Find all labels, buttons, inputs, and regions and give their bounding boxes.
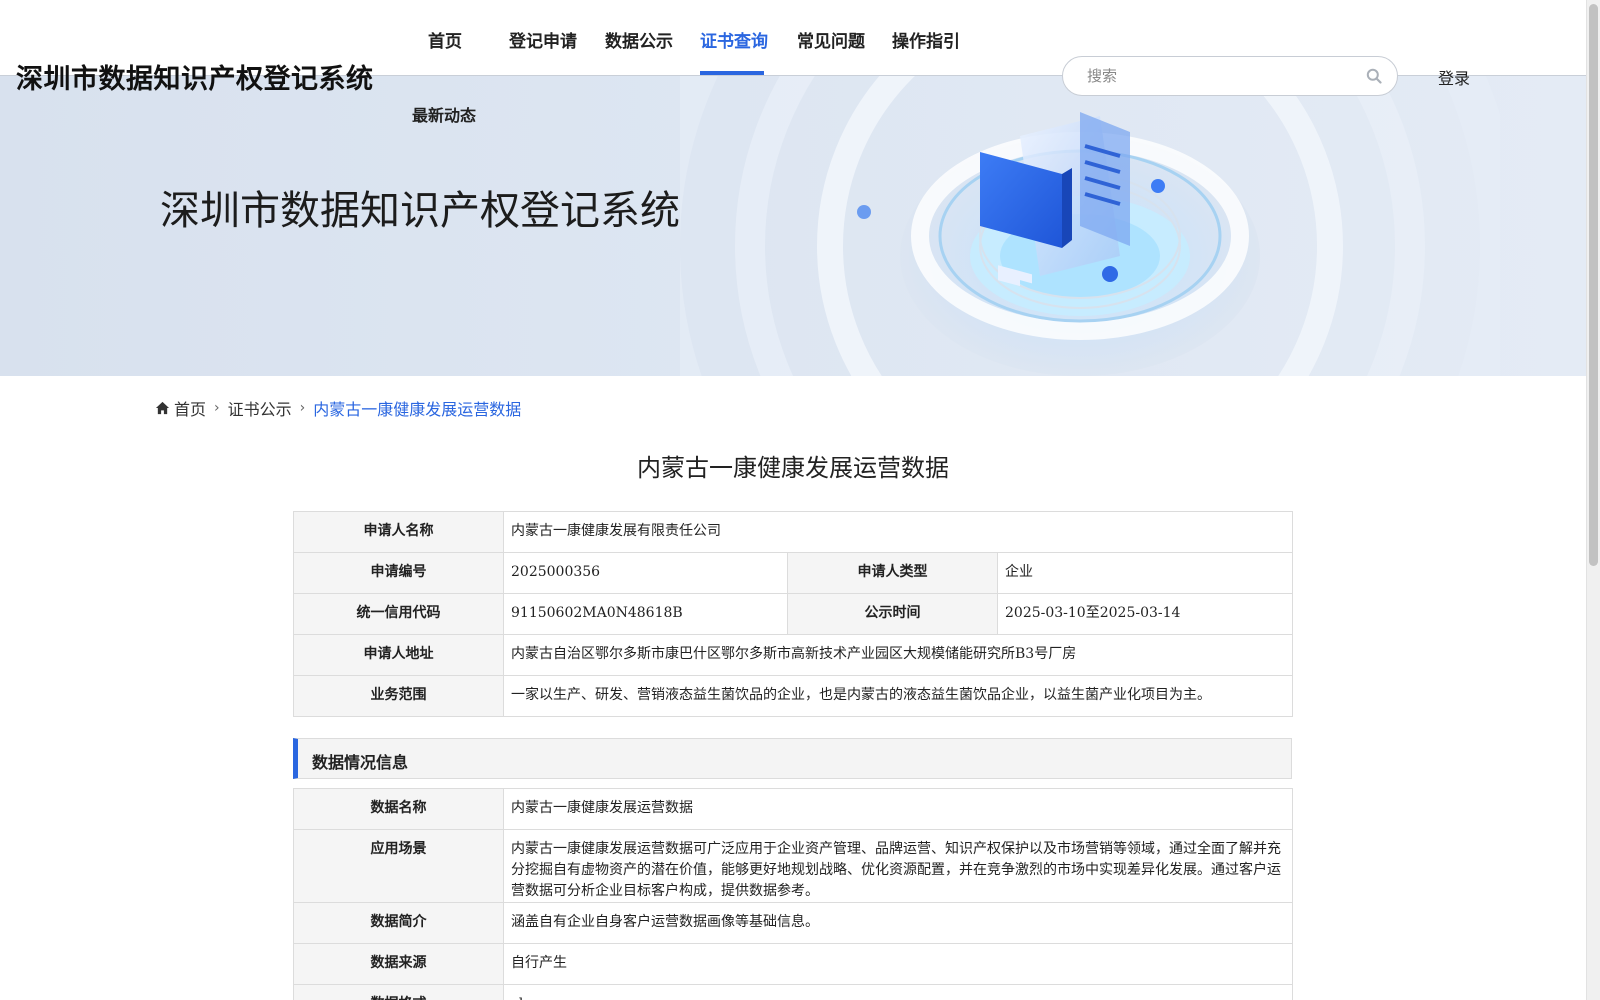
nav-home[interactable]: 首页 [428, 27, 462, 52]
credit-code-label: 统一信用代码 [293, 593, 504, 635]
publicity-time-value: 2025-03-10至2025-03-14 [997, 593, 1293, 635]
nav-certificate-query[interactable]: 证书查询 [700, 27, 768, 52]
home-icon[interactable] [155, 401, 170, 415]
data-info-section-header: 数据情况信息 [293, 738, 1292, 779]
breadcrumb-home[interactable]: 首页 [174, 396, 206, 420]
applicant-address-value: 内蒙古自治区鄂尔多斯市康巴什区鄂尔多斯市高新技术产业园区大规模储能研究所B3号厂… [503, 634, 1293, 676]
table-row: 申请人地址 内蒙古自治区鄂尔多斯市康巴什区鄂尔多斯市高新技术产业园区大规模储能研… [293, 634, 1293, 676]
breadcrumb-current[interactable]: 内蒙古一康健康发展运营数据 [313, 396, 521, 420]
search-icon[interactable] [1366, 68, 1382, 84]
application-number-label: 申请编号 [293, 552, 504, 594]
page-title: 内蒙古一康健康发展运营数据 [637, 454, 949, 482]
table-row: 统一信用代码 91150602MA0N48618B 公示时间 2025-03-1… [293, 593, 1293, 635]
table-row: 数据简介 涵盖自有企业自身客户运营数据画像等基础信息。 [293, 902, 1293, 944]
nav-data-publicity[interactable]: 数据公示 [605, 27, 673, 52]
table-row: 业务范围 一家以生产、研发、营销液态益生菌饮品的企业，也是内蒙古的液态益生菌饮品… [293, 675, 1293, 717]
business-scope-value: 一家以生产、研发、营销液态益生菌饮品的企业，也是内蒙古的液态益生菌饮品企业，以益… [503, 675, 1293, 717]
data-format-label: 数据格式 [293, 984, 504, 1000]
table-row: 数据来源 自行产生 [293, 943, 1293, 985]
data-source-label: 数据来源 [293, 943, 504, 985]
business-scope-label: 业务范围 [293, 675, 504, 717]
nav-register-apply[interactable]: 登记申请 [509, 27, 577, 52]
breadcrumb: 首页 › 证书公示 › 内蒙古一康健康发展运营数据 [155, 396, 521, 420]
search-box [1062, 56, 1398, 96]
application-number-value: 2025000356 [503, 552, 788, 594]
data-intro-value: 涵盖自有企业自身客户运营数据画像等基础信息。 [503, 902, 1293, 944]
applicant-name-value: 内蒙古一康健康发展有限责任公司 [503, 511, 1293, 553]
banner-illustration [680, 76, 1500, 376]
section-title: 数据情况信息 [312, 753, 409, 772]
data-source-value: 自行产生 [503, 943, 1293, 985]
applicant-info-table: 申请人名称 内蒙古一康健康发展有限责任公司 申请编号 2025000356 申请… [293, 511, 1293, 717]
page-scrollbar[interactable] [1586, 0, 1600, 1000]
table-row: 申请人名称 内蒙古一康健康发展有限责任公司 [293, 511, 1293, 553]
table-row: 数据格式 xlsx [293, 984, 1293, 1000]
table-row: 应用场景 内蒙古一康健康发展运营数据可广泛应用于企业资产管理、品牌运营、知识产权… [293, 829, 1293, 903]
chevron-right-icon: › [214, 400, 220, 416]
hero-banner: 深圳市数据知识产权登记系统 [0, 76, 1586, 376]
applicant-type-label: 申请人类型 [787, 552, 998, 594]
data-format-value: xlsx [503, 984, 1293, 1000]
scrollbar-thumb[interactable] [1589, 4, 1598, 566]
breadcrumb-certificate-publicity[interactable]: 证书公示 [228, 396, 292, 420]
nav-faq[interactable]: 常见问题 [797, 27, 865, 52]
chevron-right-icon: › [299, 400, 306, 416]
publicity-time-label: 公示时间 [787, 593, 998, 635]
applicant-name-label: 申请人名称 [293, 511, 504, 553]
applicant-type-value: 企业 [997, 552, 1293, 594]
banner-title: 深圳市数据知识产权登记系统 [160, 188, 680, 234]
search-input[interactable] [1087, 57, 1347, 95]
data-name-label: 数据名称 [293, 788, 504, 830]
login-link[interactable]: 登录 [1438, 65, 1470, 89]
data-info-table: 数据名称 内蒙古一康健康发展运营数据 应用场景 内蒙古一康健康发展运营数据可广泛… [293, 788, 1293, 1000]
data-intro-label: 数据简介 [293, 902, 504, 944]
table-row: 申请编号 2025000356 申请人类型 企业 [293, 552, 1293, 594]
top-header: 深圳市数据知识产权登记系统 首页 登记申请 数据公示 证书查询 常见问题 操作指… [0, 0, 1586, 96]
scenario-value: 内蒙古一康健康发展运营数据可广泛应用于企业资产管理、品牌运营、知识产权保护以及市… [503, 829, 1293, 903]
site-title: 深圳市数据知识产权登记系统 [16, 64, 374, 95]
table-row: 数据名称 内蒙古一康健康发展运营数据 [293, 788, 1293, 830]
scenario-label: 应用场景 [293, 829, 504, 903]
credit-code-value: 91150602MA0N48618B [503, 593, 788, 635]
applicant-address-label: 申请人地址 [293, 634, 504, 676]
nav-active-indicator [700, 71, 764, 75]
nav-guide[interactable]: 操作指引 [892, 27, 960, 52]
nav-latest-news[interactable]: 最新动态 [412, 102, 476, 126]
data-name-value: 内蒙古一康健康发展运营数据 [503, 788, 1293, 830]
